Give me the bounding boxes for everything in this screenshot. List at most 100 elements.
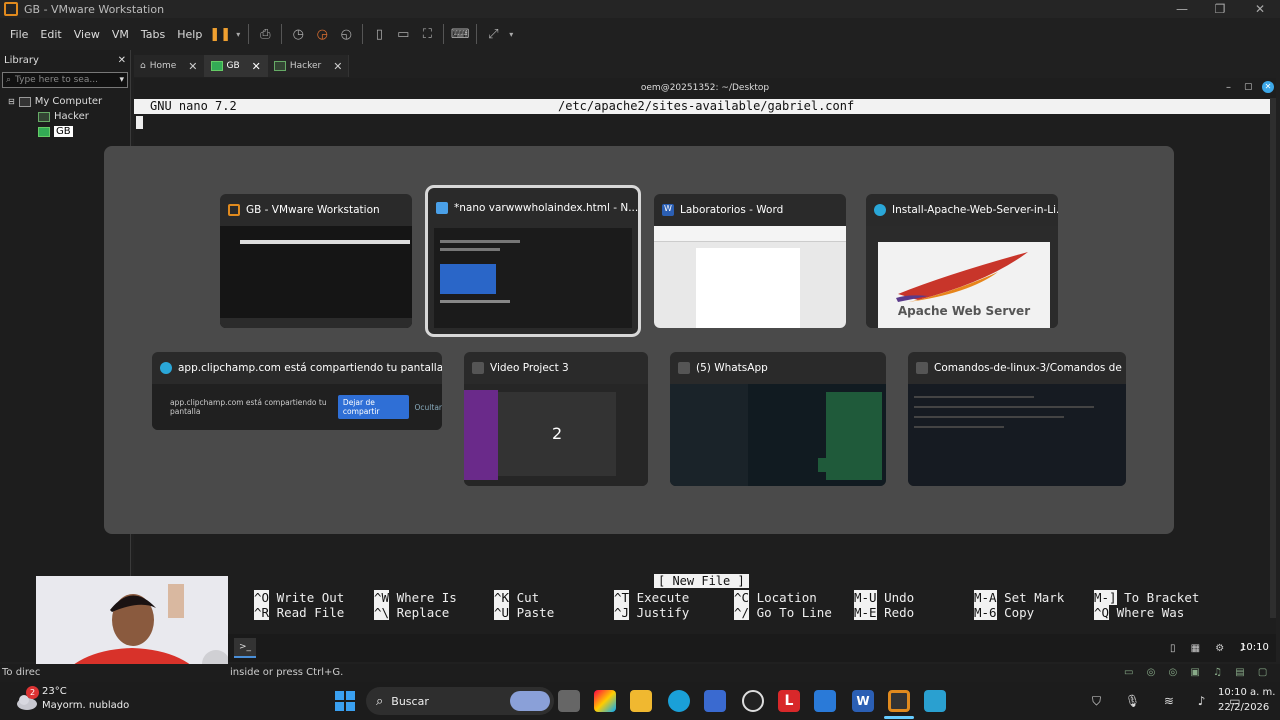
terminal-close-icon[interactable]: ✕ bbox=[1262, 81, 1274, 93]
shortcut-key: ^J bbox=[614, 605, 630, 620]
switcher-window-word[interactable]: W Laboratorios - Word bbox=[654, 194, 846, 328]
minimize-button[interactable]: — bbox=[1162, 0, 1202, 18]
window-thumbnail: Apache Web Server bbox=[866, 226, 1058, 328]
menu-tabs[interactable]: Tabs bbox=[135, 28, 171, 41]
snapshot-icon[interactable]: ◷ bbox=[287, 23, 309, 45]
collapse-icon[interactable]: ⊟ bbox=[8, 97, 15, 106]
chevron-down-icon[interactable]: ▾ bbox=[506, 23, 516, 45]
close-window-button[interactable]: ✕ bbox=[1240, 0, 1280, 18]
stop-sharing-button[interactable]: Dejar de compartir bbox=[337, 395, 409, 419]
task-view-icon[interactable] bbox=[558, 690, 580, 712]
toolbar-separator bbox=[443, 24, 445, 44]
copilot-icon[interactable] bbox=[594, 690, 616, 712]
switcher-window-edge[interactable]: Install-Apache-Web-Server-in-Li... Apach… bbox=[866, 194, 1058, 328]
device-status-icons[interactable]: ▭ ◎ ◎ ▣ ♫ ▤ ▢ bbox=[1124, 664, 1272, 682]
nano-shortcut: M-6 Copy bbox=[974, 605, 1034, 620]
tab-home[interactable]: ⌂ Home ✕ bbox=[134, 55, 205, 77]
store-icon[interactable] bbox=[704, 690, 726, 712]
tree-label: Hacker bbox=[54, 111, 89, 122]
revert-snapshot-icon[interactable]: ◶ bbox=[311, 23, 333, 45]
lucidchart-icon[interactable]: L bbox=[778, 690, 800, 712]
fullscreen-icon[interactable]: ⛶ bbox=[416, 23, 438, 45]
chevron-down-icon[interactable]: ▾ bbox=[233, 23, 243, 45]
tree-item-gb[interactable]: GB bbox=[0, 124, 130, 139]
notepad-icon bbox=[436, 202, 448, 214]
chevron-down-icon[interactable]: ▾ bbox=[119, 75, 124, 85]
stretch-guest-icon[interactable]: ⤢ bbox=[482, 23, 504, 45]
tab-hacker[interactable]: Hacker ✕ bbox=[267, 55, 350, 77]
clipchamp-share-text: app.clipchamp.com está compartiendo tu p… bbox=[170, 398, 327, 416]
menu-help[interactable]: Help bbox=[171, 28, 208, 41]
nano-shortcut: ^C Location bbox=[734, 590, 817, 605]
terminal-minimize-icon[interactable]: – bbox=[1226, 82, 1231, 93]
host-taskbar: 2 23°C Mayorm. nublado ⌕ Buscar L W ⛉ 🎙 … bbox=[0, 682, 1280, 720]
switcher-window-github[interactable]: Comandos-de-linux-3/Comandos de l... bbox=[908, 352, 1126, 486]
console-view-icon[interactable]: ⌨ bbox=[449, 23, 471, 45]
nano-shortcut: M-] To Bracket bbox=[1094, 590, 1199, 605]
thumbnail-bar-icon[interactable]: ▭ bbox=[392, 23, 414, 45]
close-icon[interactable]: ✕ bbox=[333, 60, 342, 73]
switcher-window-whatsapp[interactable]: (5) WhatsApp bbox=[670, 352, 886, 486]
search-highlight-image bbox=[510, 691, 550, 711]
library-close-icon[interactable]: ✕ bbox=[118, 55, 126, 66]
file-explorer-icon[interactable] bbox=[630, 690, 652, 712]
menu-edit[interactable]: Edit bbox=[34, 28, 67, 41]
nano-shortcut: ^W Where Is bbox=[374, 590, 457, 605]
shortcut-label: Replace bbox=[396, 605, 450, 620]
vm-tabs: ⌂ Home ✕ GB ✕ Hacker ✕ bbox=[134, 55, 1280, 77]
close-icon[interactable]: ✕ bbox=[188, 60, 197, 73]
switcher-window-vmware[interactable]: GB - VMware Workstation bbox=[220, 194, 412, 328]
tree-item-hacker[interactable]: Hacker bbox=[0, 109, 130, 124]
vmware-taskbar-icon[interactable] bbox=[888, 690, 910, 712]
vscode-icon[interactable] bbox=[814, 690, 836, 712]
snapshot-manager-icon[interactable]: ◵ bbox=[335, 23, 357, 45]
show-library-icon[interactable]: ▯ bbox=[368, 23, 390, 45]
word-app-icon[interactable]: W bbox=[852, 690, 874, 712]
search-icon: ⌕ bbox=[376, 693, 384, 709]
weather-widget[interactable]: 2 bbox=[14, 686, 39, 712]
menu-view[interactable]: View bbox=[68, 28, 106, 41]
close-icon[interactable]: ✕ bbox=[252, 60, 261, 73]
shortcut-key: ^O bbox=[254, 590, 270, 605]
shortcut-key: ^W bbox=[374, 590, 390, 605]
switcher-window-clipchamp[interactable]: app.clipchamp.com está compartiendo tu p… bbox=[152, 352, 442, 430]
host-date: 22/2/2026 bbox=[1218, 702, 1270, 713]
word-icon: W bbox=[662, 204, 674, 216]
notepad-app-icon[interactable] bbox=[924, 690, 946, 712]
nano-shortcut: ^R Read File bbox=[254, 605, 344, 620]
shortcut-label: To Bracket bbox=[1124, 590, 1200, 605]
terminal-app-icon[interactable]: >_ bbox=[234, 638, 256, 658]
restore-button[interactable]: ❐ bbox=[1200, 0, 1240, 18]
switcher-window-nano[interactable]: *nano varwwwholaindex.html - N... bbox=[425, 185, 641, 337]
send-keys-icon[interactable]: ⎙ bbox=[254, 23, 276, 45]
active-app-indicator bbox=[884, 716, 914, 719]
shortcut-key: ^R bbox=[254, 605, 270, 620]
weather-badge: 2 bbox=[26, 686, 39, 699]
countdown-number: 2 bbox=[552, 424, 563, 443]
tree-item-my-computer[interactable]: ⊟ My Computer bbox=[0, 94, 130, 109]
switcher-window-clipchamp-video[interactable]: Video Project 3 2 bbox=[464, 352, 648, 486]
edge-browser-icon[interactable] bbox=[668, 690, 690, 712]
menu-vm[interactable]: VM bbox=[106, 28, 135, 41]
window-thumbnail bbox=[670, 384, 886, 486]
hide-button[interactable]: Ocultar bbox=[415, 403, 442, 412]
window-title: Comandos-de-linux-3/Comandos de l... bbox=[934, 362, 1126, 374]
shortcut-key: M-E bbox=[854, 605, 877, 620]
task-switcher: GB - VMware Workstation *nano varwwwhola… bbox=[104, 146, 1174, 534]
search-box[interactable]: ⌕ Buscar bbox=[366, 687, 554, 715]
chatgpt-icon[interactable] bbox=[742, 690, 764, 712]
pause-icon[interactable]: ❚❚ bbox=[209, 23, 231, 45]
menu-file[interactable]: File bbox=[4, 28, 34, 41]
nano-shortcut: ^O Write Out bbox=[254, 590, 344, 605]
start-button[interactable] bbox=[334, 690, 356, 712]
window-title: Laboratorios - Word bbox=[680, 204, 784, 216]
library-search-input[interactable]: ⌕ Type here to sea... ▾ bbox=[2, 72, 128, 88]
tab-gb[interactable]: GB ✕ bbox=[204, 55, 268, 77]
shortcut-label: Location bbox=[756, 590, 817, 605]
shortcut-key: M-6 bbox=[974, 605, 997, 620]
temperature: 23°C bbox=[42, 686, 67, 697]
terminal-maximize-icon[interactable]: ▢ bbox=[1244, 82, 1253, 92]
search-label: Buscar bbox=[391, 694, 429, 708]
shortcut-label: Copy bbox=[1004, 605, 1035, 620]
terminal-scrollbar[interactable] bbox=[1270, 98, 1276, 618]
